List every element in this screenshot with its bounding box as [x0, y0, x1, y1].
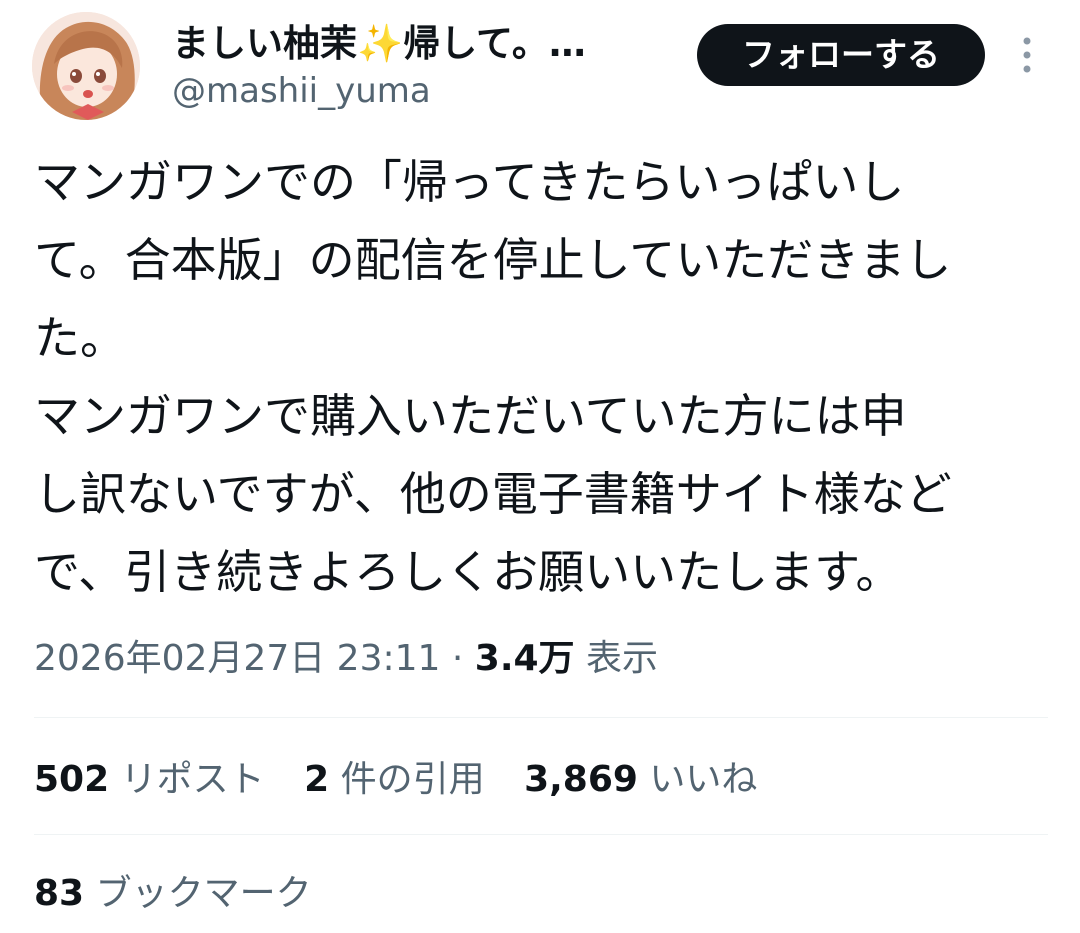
bookmarks-stat[interactable]: 83 ブックマーク	[34, 868, 312, 920]
tweet-text-line: で、引き続きよろしくお願いいたします。	[34, 545, 902, 599]
meta-separator: ·	[440, 638, 475, 679]
tweet-text-line: マンガワンで購入いただいていた方には申	[34, 389, 907, 443]
avatar-illustration	[32, 12, 140, 120]
reposts-label: リポスト	[120, 759, 265, 800]
likes-count: 3,869	[524, 759, 638, 800]
tweet-text-line: て。合本版」の配信を停止していただきまし	[34, 233, 952, 287]
tweet-text-line: た。	[34, 311, 126, 365]
quotes-label: 件の引用	[340, 759, 485, 800]
bookmarks-label: ブックマーク	[95, 873, 312, 914]
likes-stat[interactable]: 3,869 いいね	[524, 754, 757, 806]
tweet-meta: 2026年02月27日 23:11 · 3.4万 表示	[34, 633, 658, 685]
more-vertical-icon[interactable]	[1010, 32, 1044, 78]
views-count: 3.4万	[474, 638, 575, 679]
quotes-stat[interactable]: 2 件の引用	[304, 754, 485, 806]
follow-button[interactable]: フォローする	[697, 24, 985, 86]
user-handle[interactable]: @mashii_yuma	[172, 70, 431, 112]
tweet-text-line: し訳ないですが、他の電子書籍サイト様など	[34, 467, 952, 521]
quotes-count: 2	[304, 759, 330, 800]
reposts-count: 502	[34, 759, 110, 800]
bookmarks-count: 83	[34, 873, 85, 914]
divider	[34, 717, 1048, 718]
avatar[interactable]	[32, 12, 140, 120]
tweet-text: マンガワンでの「帰ってきたらいっぱいし て。合本版」の配信を停止していただきまし…	[34, 143, 1044, 611]
tweet-header: ましい柚茉✨帰して。… @mashii_yuma フォローする	[0, 0, 1080, 130]
display-name[interactable]: ましい柚茉✨帰して。…	[172, 22, 642, 66]
views-label: 表示	[586, 638, 659, 679]
reposts-stat[interactable]: 502 リポスト	[34, 754, 265, 806]
likes-label: いいね	[649, 759, 758, 800]
timestamp[interactable]: 2026年02月27日 23:11	[34, 638, 440, 679]
divider	[34, 834, 1048, 835]
engagement-stats: 502 リポスト 2 件の引用 3,869 いいね	[34, 754, 785, 806]
tweet-text-line: マンガワンでの「帰ってきたらいっぱいし	[34, 155, 905, 209]
